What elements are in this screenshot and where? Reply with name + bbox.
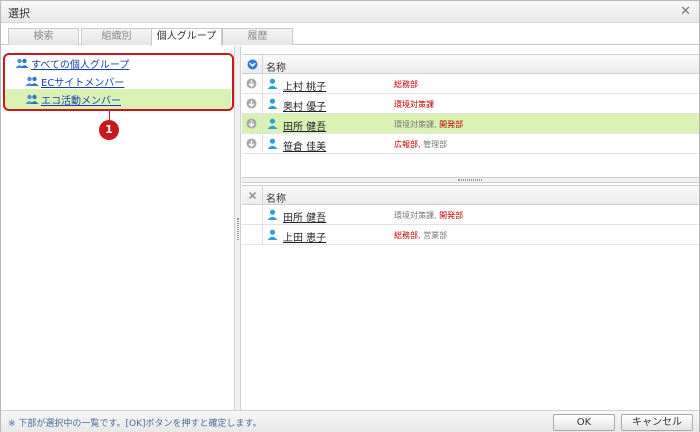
department-primary: 総務部, [394, 231, 421, 240]
department-primary: 環境対策課, [394, 120, 437, 129]
department-primary: 総務部 [394, 80, 418, 89]
dialog-title: 選択 [8, 7, 30, 20]
user-department: 総務部, 営業部 [394, 230, 447, 241]
user-name[interactable]: 田所 健吾 [283, 118, 326, 133]
user-department: 総務部 [394, 79, 418, 90]
column-separator [262, 55, 263, 74]
user-icon [267, 118, 278, 129]
column-separator [262, 186, 263, 205]
tab-organization[interactable]: 組織別 [81, 28, 152, 45]
add-arrow-icon[interactable] [246, 118, 257, 129]
candidate-row-selected[interactable]: 田所 健吾 環境対策課, 開発部 [242, 114, 699, 134]
horizontal-splitter[interactable] [242, 177, 699, 183]
column-separator [262, 114, 263, 133]
tree-item-ec-site-members[interactable]: ECサイトメンバー [25, 71, 124, 91]
tree-item-label: エコ活動メンバー [41, 95, 121, 107]
user-name[interactable]: 上村 桃子 [283, 78, 326, 93]
select-dialog: 選択 ✕ 検索 組織別 個人グループ 履歴 すべての個人グループ ECサイトメン… [0, 0, 700, 432]
column-separator [262, 74, 263, 93]
tab-bar: 検索 組織別 個人グループ 履歴 [1, 23, 699, 46]
column-separator [262, 205, 263, 224]
department-primary: 広報部, [394, 140, 421, 149]
add-arrow-icon[interactable] [246, 138, 257, 149]
group-icon [15, 58, 29, 68]
user-department: 環境対策課, 開発部 [394, 210, 463, 221]
add-arrow-icon[interactable] [246, 78, 257, 89]
group-icon [25, 76, 39, 86]
vertical-splitter[interactable] [235, 46, 241, 410]
selected-row[interactable]: 田所 健吾 環境対策課, 開発部 [242, 205, 699, 225]
selected-list: 名称 田所 健吾 環境対策課, 開発部 上田 恵子 総務部, 営業部 [242, 185, 699, 410]
department-secondary: 営業部 [423, 231, 448, 240]
tab-personal-group[interactable]: 個人グループ [151, 28, 222, 46]
department-secondary: 開発部 [439, 120, 464, 129]
department-secondary: 管理部 [423, 140, 448, 149]
user-icon [267, 209, 278, 220]
group-icon [25, 94, 39, 104]
tab-search[interactable]: 検索 [8, 28, 79, 45]
ok-button[interactable]: OK [553, 414, 615, 431]
department-primary: 環境対策課, [394, 211, 437, 220]
selected-row[interactable]: 上田 恵子 総務部, 営業部 [242, 225, 699, 245]
user-department: 環境対策課, 開発部 [394, 119, 463, 130]
column-separator [262, 134, 263, 153]
department-secondary: 開発部 [439, 211, 464, 220]
dialog-footer: ※ 下部が選択中の一覧です。[OK]ボタンを押すと確定します。 OK キャンセル [1, 410, 699, 432]
tab-history[interactable]: 履歴 [222, 28, 293, 45]
user-icon [267, 78, 278, 89]
add-all-icon[interactable] [247, 59, 258, 70]
close-icon[interactable]: ✕ [680, 4, 691, 19]
candidate-list-header: 名称 [242, 54, 699, 74]
candidate-list: 名称 上村 桃子 総務部 奥村 優子 環境対策課 田所 健吾 環境対策課, 開発… [242, 54, 699, 177]
candidate-row[interactable]: 笹倉 佳美 広報部, 管理部 [242, 134, 699, 154]
add-arrow-icon[interactable] [246, 98, 257, 109]
user-department: 広報部, 管理部 [394, 139, 447, 150]
footer-note: ※ 下部が選択中の一覧です。[OK]ボタンを押すと確定します。 [8, 419, 262, 429]
user-name[interactable]: 上田 恵子 [283, 229, 326, 244]
tree-item-eco-activity-members[interactable]: エコ活動メンバー [5, 89, 231, 109]
tree-item-label: すべての個人グループ [31, 59, 130, 71]
splitter-grip-icon [458, 179, 482, 181]
candidate-row[interactable]: 上村 桃子 総務部 [242, 74, 699, 94]
cancel-button[interactable]: キャンセル [621, 414, 693, 431]
user-department: 環境対策課 [394, 99, 434, 110]
department-primary: 環境対策課 [394, 100, 434, 109]
candidate-row[interactable]: 奥村 優子 環境対策課 [242, 94, 699, 114]
tree-item-label: ECサイトメンバー [41, 77, 125, 89]
tree-item-all-groups[interactable]: すべての個人グループ [15, 53, 129, 73]
dialog-titlebar: 選択 ✕ [1, 1, 699, 23]
remove-all-icon[interactable] [247, 190, 258, 201]
user-name[interactable]: 奥村 優子 [283, 98, 326, 113]
user-icon [267, 98, 278, 109]
user-name[interactable]: 田所 健吾 [283, 209, 326, 224]
selected-list-header: 名称 [242, 185, 699, 205]
user-name[interactable]: 笹倉 佳美 [283, 138, 326, 153]
column-separator [262, 225, 263, 244]
user-icon [267, 229, 278, 240]
annotation-callout-badge: 1 [99, 120, 119, 140]
splitter-grip-icon [237, 218, 239, 240]
user-icon [267, 138, 278, 149]
column-header-name: 名称 [266, 194, 286, 205]
column-separator [262, 94, 263, 113]
column-header-name: 名称 [266, 63, 286, 74]
